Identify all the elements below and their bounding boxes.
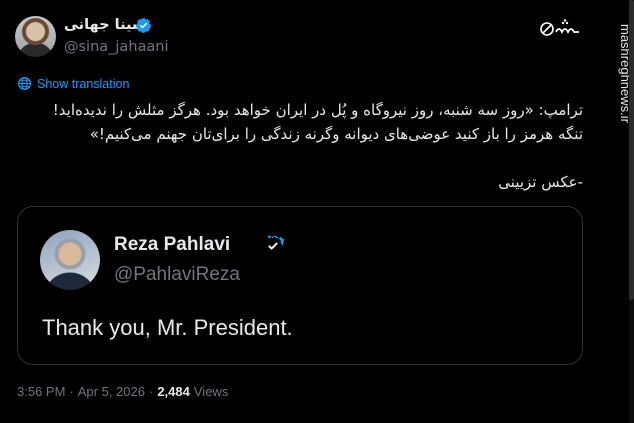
verified-badge-icon xyxy=(136,18,151,33)
views-label: Views xyxy=(193,384,229,399)
scrollbar[interactable] xyxy=(629,0,634,423)
tweet-line: -عکس تزیینی xyxy=(498,173,583,191)
scrollbar-thumb[interactable] xyxy=(629,0,634,300)
tweet-time[interactable]: 3:56 PM xyxy=(17,384,65,399)
author-handle[interactable]: @sina_jahaani xyxy=(64,39,169,55)
tweet: سینا جهانی @sina_jahaani Show translatio… xyxy=(0,0,600,423)
views-count[interactable]: 2,484 xyxy=(157,384,190,399)
mashregh-logo xyxy=(540,19,579,36)
quote-tweet-card[interactable]: Reza Pahlavi @PahlaviReza Thank you, Mr.… xyxy=(17,206,583,365)
quote-author-handle[interactable]: @PahlaviReza xyxy=(114,264,240,286)
globe-icon xyxy=(17,76,32,91)
author-name[interactable]: سینا جهانی xyxy=(64,17,146,33)
show-translation-label[interactable]: Show translation xyxy=(37,77,129,91)
meta-separator: · xyxy=(148,384,154,399)
quote-author-name[interactable]: Reza Pahlavi xyxy=(114,234,230,256)
tweet-text: ترامپ: «روز سه شنبه، روز نیروگاه و پُل د… xyxy=(13,98,583,194)
verified-badge-icon xyxy=(268,235,284,250)
author-avatar[interactable] xyxy=(15,16,56,57)
tweet-date[interactable]: Apr 5, 2026 xyxy=(78,384,145,399)
tweet-line: تنگه هرمز را باز کنید عوضی‌های دیوانه وگ… xyxy=(89,125,583,143)
meta-separator: · xyxy=(69,384,74,399)
show-translation[interactable]: Show translation xyxy=(17,76,129,91)
tweet-line: ترامپ: «روز سه شنبه، روز نیروگاه و پُل د… xyxy=(52,101,583,119)
tweet-meta: 3:56 PM · Apr 5, 2026 · 2,484 Views xyxy=(17,384,228,399)
quote-text: Thank you, Mr. President. xyxy=(42,315,293,340)
quote-author-avatar[interactable] xyxy=(40,230,100,290)
